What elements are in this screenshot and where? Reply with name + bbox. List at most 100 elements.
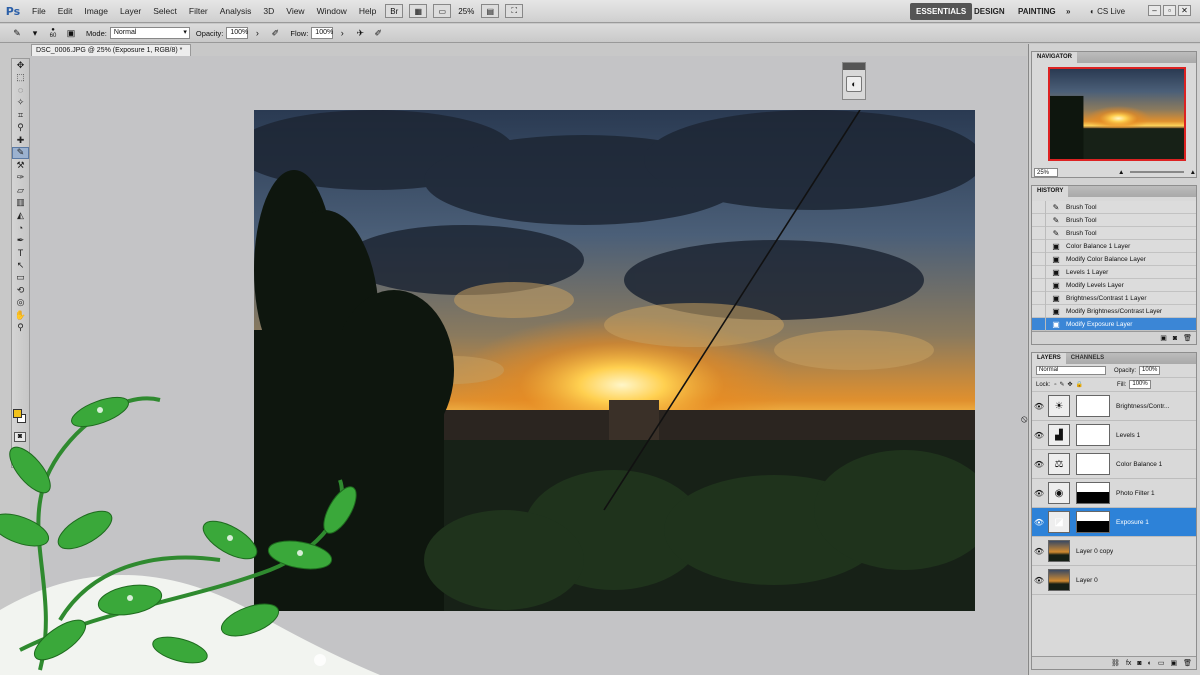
healing-tool-icon[interactable]: ✚	[12, 134, 29, 147]
pen-tool-icon[interactable]: ✒	[12, 234, 29, 247]
menu-3d[interactable]: 3D	[257, 0, 280, 23]
zoom-tool-icon[interactable]: ⚲	[12, 322, 29, 335]
clone-stamp-tool-icon[interactable]: ⚒	[12, 159, 29, 172]
brush-size-picker[interactable]: ● 60	[46, 27, 60, 40]
opacity-input[interactable]: 100%	[226, 27, 249, 39]
history-brush-tool-icon[interactable]: ✑	[12, 172, 29, 185]
history-source-checkbox[interactable]	[1032, 317, 1046, 331]
view-extras-icon[interactable]: ▭	[433, 4, 452, 18]
panel-header[interactable]	[843, 63, 865, 70]
visibility-eye-icon[interactable]: 👁	[1032, 431, 1046, 440]
menu-analysis[interactable]: Analysis	[214, 0, 258, 23]
history-item[interactable]: ▣ Modify Brightness/Contrast Layer	[1032, 304, 1196, 318]
adjustment-layer-icon[interactable]: ◐	[1148, 660, 1152, 667]
pressure-size-icon[interactable]: ✐	[371, 27, 385, 40]
gradient-tool-icon[interactable]: ▥	[12, 197, 29, 210]
history-item[interactable]: ▣ Color Balance 1 Layer	[1032, 239, 1196, 253]
create-snapshot-icon[interactable]: ◙	[1173, 335, 1177, 342]
brush-preset-icon[interactable]: ✎	[10, 27, 24, 40]
workspace-essentials[interactable]: ESSENTIALS	[910, 3, 973, 20]
history-item[interactable]: ▣ Levels 1 Layer	[1032, 265, 1196, 279]
zoom-out-icon[interactable]: ▲	[1118, 169, 1124, 176]
shape-tool-icon[interactable]: ▭	[12, 272, 29, 285]
crop-tool-icon[interactable]: ⌗	[12, 109, 29, 122]
airbrush-icon[interactable]: ✈	[353, 27, 367, 40]
history-item[interactable]: ▣ Brightness/Contrast 1 Layer	[1032, 291, 1196, 305]
maximize-button[interactable]: ▫	[1163, 5, 1176, 16]
tab-navigator[interactable]: NAVIGATOR	[1032, 52, 1078, 63]
navigator-zoom-input[interactable]: 25%	[1034, 167, 1058, 177]
lock-pixels-icon[interactable]: ✎	[1059, 381, 1064, 388]
path-select-tool-icon[interactable]: ↖	[12, 259, 29, 272]
history-source-checkbox[interactable]	[1032, 278, 1046, 292]
visibility-eye-icon[interactable]: 👁	[1032, 460, 1046, 469]
blend-mode-select[interactable]: Normal	[1036, 366, 1106, 375]
3d-orbit-tool-icon[interactable]: ◎	[12, 297, 29, 310]
menu-file[interactable]: File	[26, 0, 52, 23]
eraser-tool-icon[interactable]: ▱	[12, 184, 29, 197]
screen-mode-icon[interactable]: ⛶	[505, 4, 524, 18]
link-layers-icon[interactable]: ⛓	[1111, 659, 1120, 667]
visibility-eye-icon[interactable]: 👁	[1032, 576, 1046, 585]
menu-view[interactable]: View	[280, 0, 310, 23]
brush-tool-icon[interactable]: ✎	[12, 146, 29, 159]
hand-tool-icon[interactable]: ✋	[12, 309, 29, 322]
fill-input[interactable]: 100%	[1129, 380, 1151, 389]
tab-history[interactable]: HISTORY	[1032, 186, 1069, 197]
layer-row[interactable]: 👁 ◉ Photo Filter 1	[1032, 479, 1196, 508]
dodge-tool-icon[interactable]: ◔	[12, 222, 29, 235]
history-item[interactable]: ✎ Brush Tool	[1032, 200, 1196, 214]
close-button[interactable]: ✕	[1178, 5, 1191, 16]
bridge-icon[interactable]: Br	[385, 4, 404, 18]
layer-row[interactable]: 👁 Layer 0 copy	[1032, 537, 1196, 566]
dropdown-icon[interactable]: ▾	[28, 27, 42, 40]
layer-style-icon[interactable]: fx	[1126, 660, 1131, 667]
layer-mask-thumbnail[interactable]	[1076, 424, 1110, 446]
layer-opacity-input[interactable]: 100%	[1139, 366, 1161, 375]
cs-live-button[interactable]: ◐ CS Live	[1090, 3, 1125, 20]
brush-panel-icon[interactable]: ▣	[64, 27, 78, 40]
brush-preset-panel-icon[interactable]: ◐	[846, 76, 862, 92]
menu-image[interactable]: Image	[78, 0, 114, 23]
history-source-checkbox[interactable]	[1032, 304, 1046, 318]
lock-transparency-icon[interactable]: ▫	[1054, 382, 1056, 388]
quick-select-tool-icon[interactable]: ✧	[12, 97, 29, 110]
history-item[interactable]: ✎ Brush Tool	[1032, 226, 1196, 240]
history-item[interactable]: ✎ Brush Tool	[1032, 213, 1196, 227]
new-document-from-state-icon[interactable]: ▣	[1160, 334, 1167, 342]
type-tool-icon[interactable]: T	[12, 247, 29, 260]
history-source-checkbox[interactable]	[1032, 200, 1046, 214]
visibility-eye-icon[interactable]: 👁	[1032, 518, 1046, 527]
zoom-level[interactable]: 25%	[458, 7, 474, 16]
minibridge-icon[interactable]: ▦	[409, 4, 428, 18]
workspace-painting[interactable]: PAINTING	[1012, 3, 1062, 20]
layer-row[interactable]: 👁 ⚖ Color Balance 1	[1032, 450, 1196, 479]
tab-channels[interactable]: CHANNELS	[1066, 353, 1109, 364]
history-item[interactable]: ▣ Modify Exposure Layer	[1032, 317, 1196, 331]
new-group-icon[interactable]: ▭	[1158, 659, 1165, 667]
layer-row[interactable]: 👁 ☀ Brightness/Contr...	[1032, 392, 1196, 421]
lock-all-icon[interactable]: 🔒	[1076, 381, 1083, 388]
layer-row[interactable]: 👁 ◪ Exposure 1	[1032, 508, 1196, 537]
marquee-tool-icon[interactable]: ⬚	[12, 72, 29, 85]
menu-edit[interactable]: Edit	[52, 0, 79, 23]
delete-layer-icon[interactable]: 🗑	[1183, 659, 1192, 667]
visibility-eye-icon[interactable]: 👁	[1032, 489, 1046, 498]
layer-mask-thumbnail[interactable]	[1076, 482, 1110, 504]
history-source-checkbox[interactable]	[1032, 291, 1046, 305]
history-source-checkbox[interactable]	[1032, 239, 1046, 253]
pressure-opacity-icon[interactable]: ✐	[268, 27, 282, 40]
workspace-design[interactable]: DESIGN	[968, 3, 1011, 20]
menu-filter[interactable]: Filter	[183, 0, 214, 23]
navigator-zoom-slider[interactable]	[1130, 171, 1184, 173]
arrange-documents-icon[interactable]: ▤	[481, 4, 500, 18]
document-tab[interactable]: DSC_0006.JPG @ 25% (Exposure 1, RGB/8) *	[31, 44, 191, 56]
menu-layer[interactable]: Layer	[114, 0, 147, 23]
history-item[interactable]: ▣ Modify Color Balance Layer	[1032, 252, 1196, 266]
layer-mask-thumbnail[interactable]	[1076, 511, 1110, 533]
workspace-more[interactable]: »	[1060, 3, 1076, 20]
layer-mask-thumbnail[interactable]	[1076, 453, 1110, 475]
history-item[interactable]: ▣ Modify Levels Layer	[1032, 278, 1196, 292]
menu-select[interactable]: Select	[147, 0, 183, 23]
lock-position-icon[interactable]: ✥	[1068, 381, 1073, 388]
